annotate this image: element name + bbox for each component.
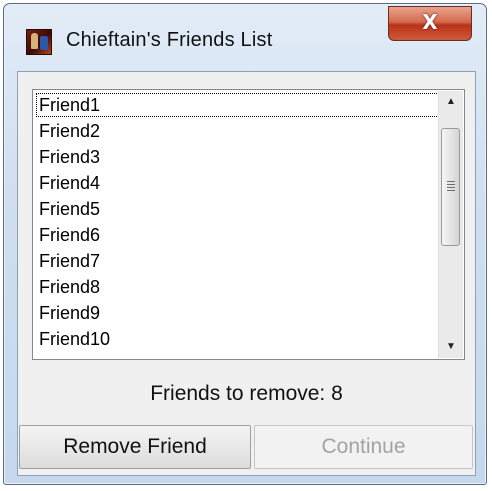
scroll-down-icon[interactable]: ▼ [439,336,463,358]
list-item[interactable]: Friend5 [35,196,442,222]
list-item[interactable]: Friend3 [35,144,442,170]
dialog-window: Chieftain's Friends List X Friend1 Friend… [3,3,487,485]
scroll-thumb[interactable] [441,128,460,246]
continue-button[interactable]: Continue [254,425,473,469]
close-button[interactable]: X [388,6,472,41]
app-icon [26,29,52,55]
list-item[interactable]: Friend1 [35,92,442,118]
list-item[interactable]: Friend2 [35,118,442,144]
list-item[interactable]: Friend10 [35,326,442,352]
grip-line [447,184,455,185]
scroll-up-icon[interactable]: ▲ [439,91,463,113]
grip-line [447,190,455,191]
remove-friend-button[interactable]: Remove Friend [19,425,251,469]
grip-line [447,187,455,188]
vertical-scrollbar[interactable]: ▲ ▼ [438,91,463,358]
friends-to-remove-status: Friends to remove: 8 [150,382,343,405]
list-item[interactable]: Friend8 [35,274,442,300]
title-bar[interactable]: Chieftain's Friends List X [4,4,486,62]
window-title: Chieftain's Friends List [66,29,273,51]
list-item[interactable]: Friend7 [35,248,442,274]
grip-line [447,181,455,182]
list-item[interactable]: Friend6 [35,222,442,248]
list-item[interactable]: Friend4 [35,170,442,196]
dialog-body: Friend1 Friend2 Friend3 Friend4 Friend5 Frien… [17,71,476,476]
friends-listbox[interactable]: Friend1 Friend2 Friend3 Friend4 Friend5 Frien… [32,89,465,360]
friends-list: Friend1 Friend2 Friend3 Friend4 Friend5 Frien… [35,92,442,357]
list-item[interactable]: Friend9 [35,300,442,326]
